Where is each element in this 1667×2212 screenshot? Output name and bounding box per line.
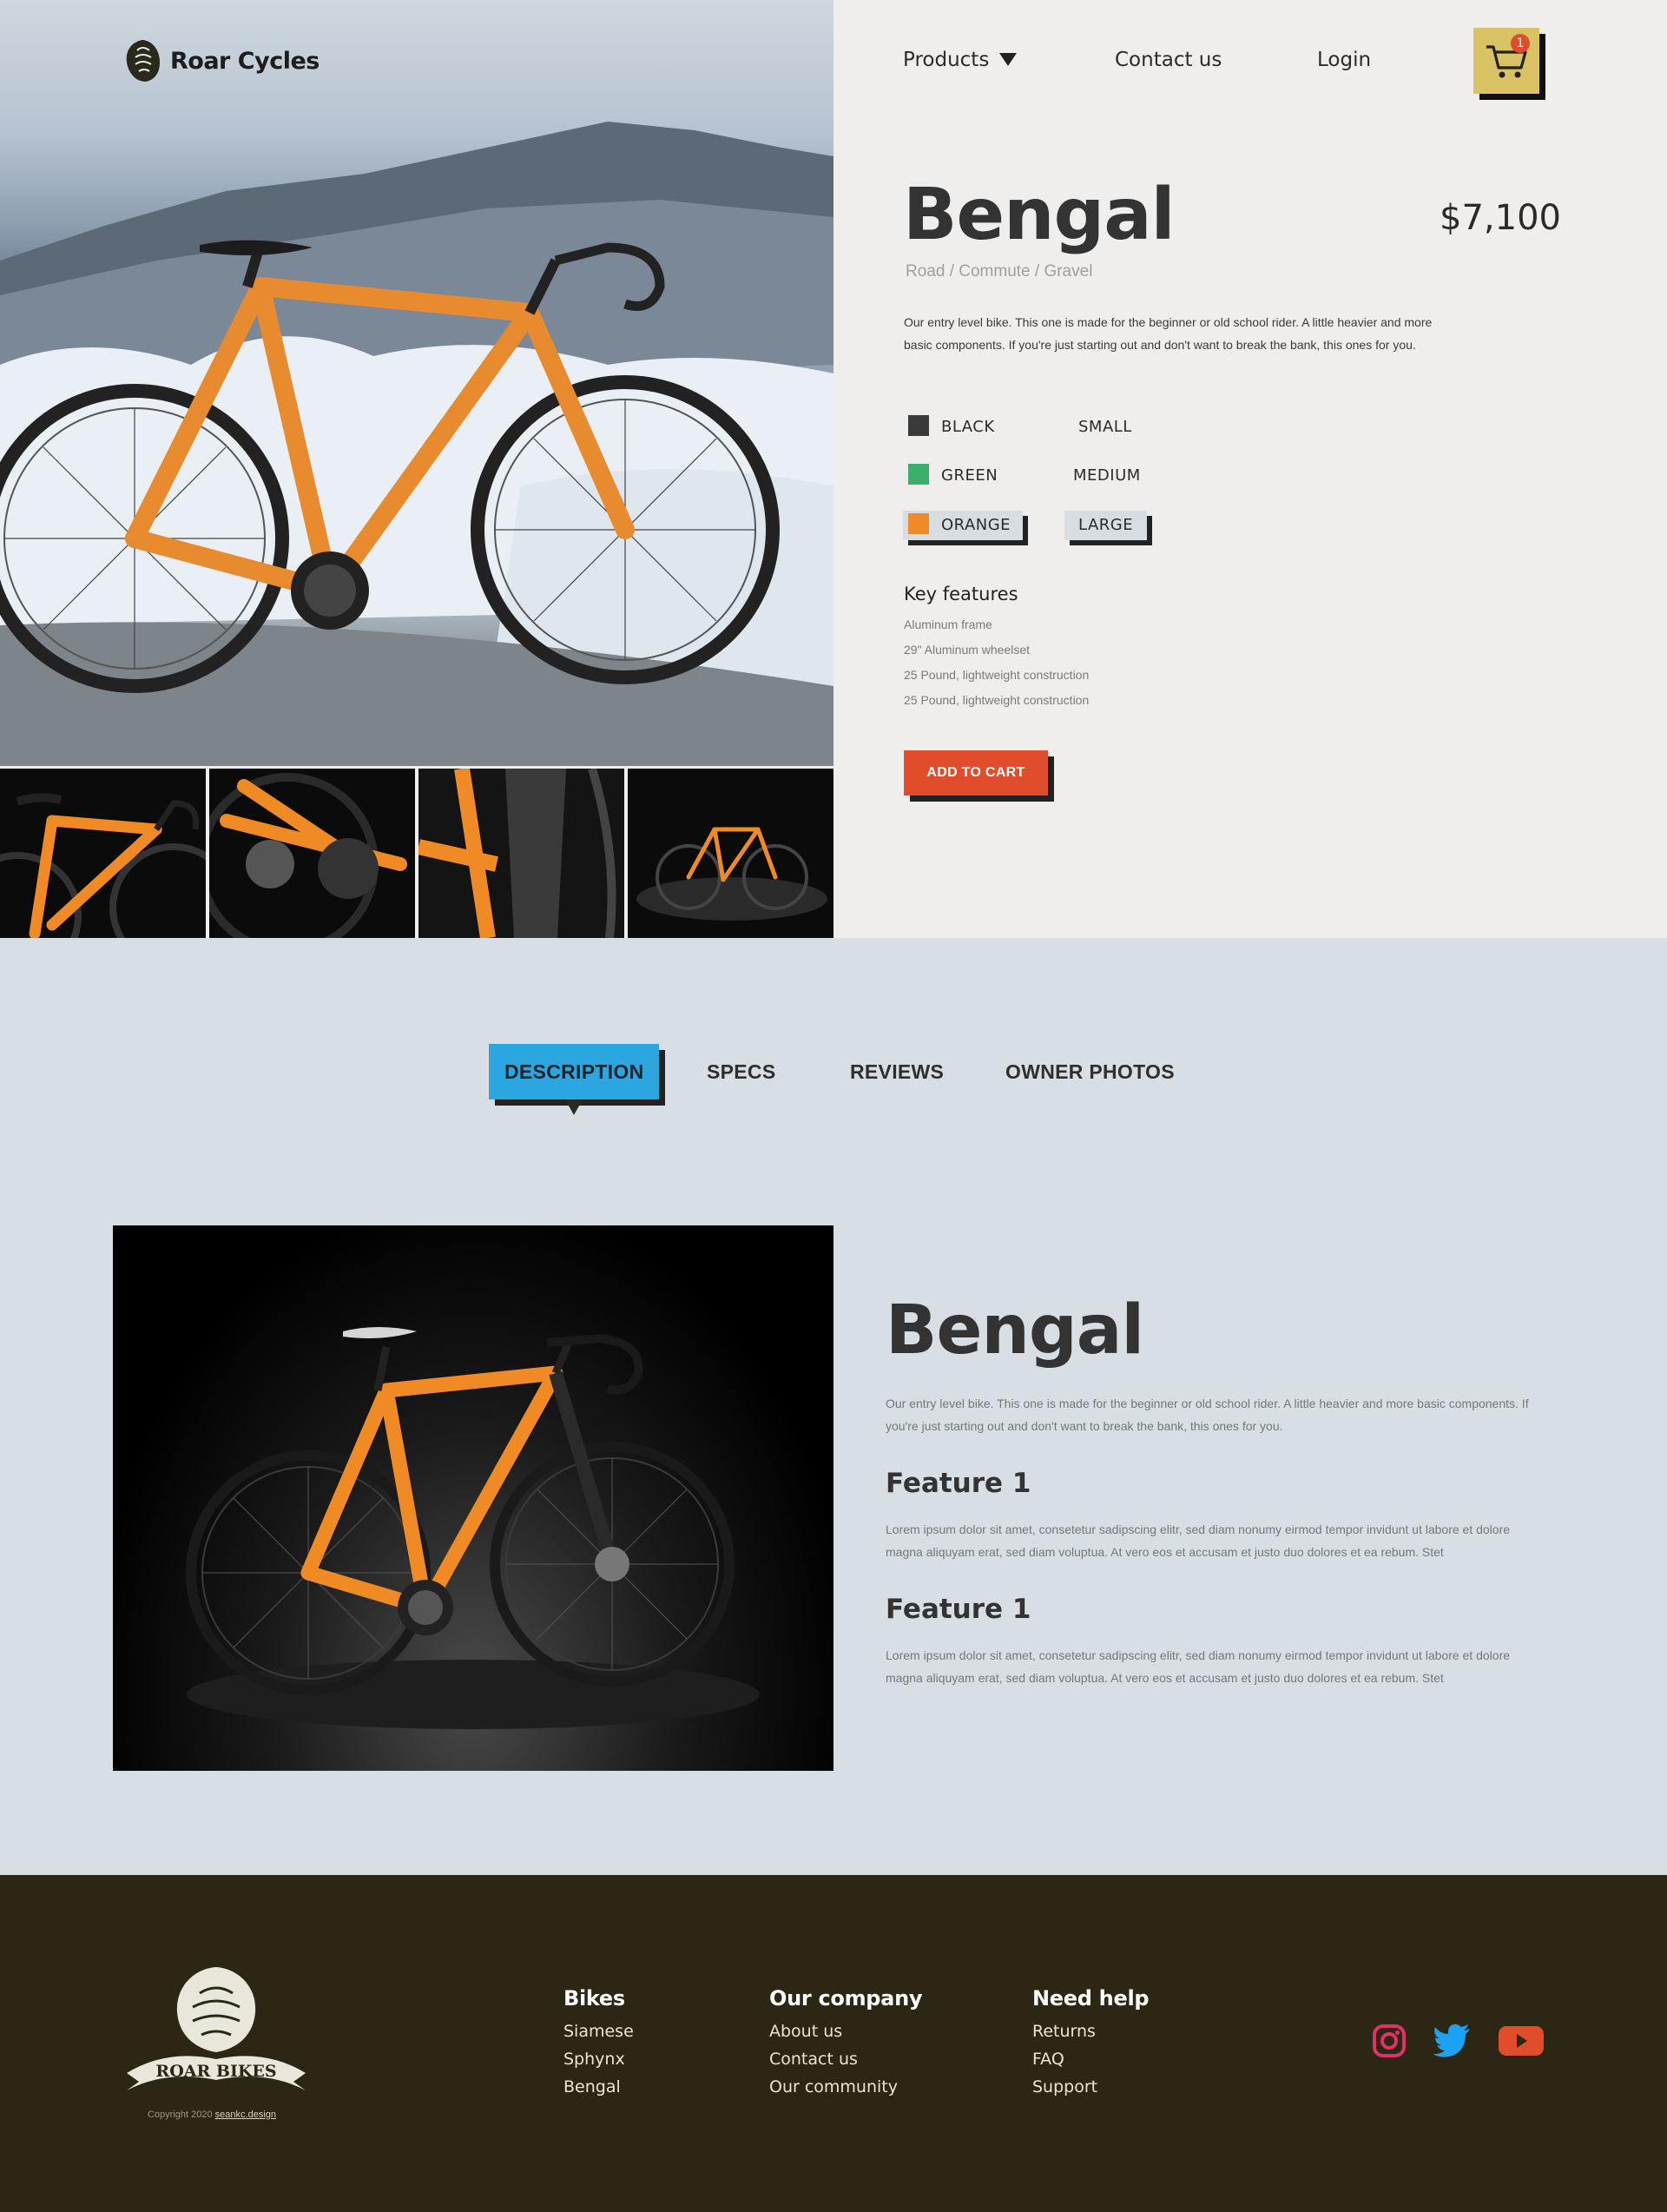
feature-text: Lorem ipsum dolor sit amet, consetetur s…: [886, 1522, 1511, 1559]
details-title: Bengal: [886, 1291, 1144, 1370]
brand-logo[interactable]: Roar Cycles: [123, 38, 320, 83]
tab-specs[interactable]: SPECS: [707, 1044, 775, 1099]
thumbnail-strip: [0, 769, 834, 938]
brand-name: Roar Cycles: [170, 47, 320, 75]
product-price: $7,100: [1440, 198, 1561, 238]
footer-link-community[interactable]: Our community: [769, 2073, 922, 2101]
footer-link-returns[interactable]: Returns: [1032, 2017, 1149, 2045]
color-label: GREEN: [941, 466, 998, 485]
product-title: Bengal: [903, 174, 1176, 256]
color-label: ORANGE: [941, 516, 1011, 534]
footer-link-about[interactable]: About us: [769, 2017, 922, 2045]
footer-column-title: Our company: [769, 1986, 923, 2011]
thumbnail-4[interactable]: [628, 769, 834, 938]
youtube-icon[interactable]: [1498, 2024, 1545, 2058]
footer-logo-text: ROAR BIKES: [155, 2062, 276, 2081]
footer-link-support[interactable]: Support: [1032, 2073, 1149, 2101]
thumbnail-2[interactable]: [209, 769, 415, 938]
footer-link-contact[interactable]: Contact us: [769, 2045, 922, 2073]
nav-login[interactable]: Login: [1317, 49, 1371, 71]
footer-link-bengal[interactable]: Bengal: [563, 2073, 634, 2101]
lion-logo-icon: [126, 40, 160, 82]
product-tabs: DESCRIPTION SPECS REVIEWS OWNER PHOTOS: [0, 1044, 1667, 1115]
caret-down-icon: [999, 53, 1018, 66]
tab-label: DESCRIPTION: [504, 1060, 644, 1083]
thumbnail-1[interactable]: [0, 769, 206, 938]
tab-owner-photos[interactable]: OWNER PHOTOS: [1005, 1044, 1175, 1099]
color-swatch: [908, 415, 929, 436]
color-option-black[interactable]: BLACK: [908, 413, 995, 442]
footer: ROAR BIKES Copyright 2020 seankc.design …: [0, 1875, 1667, 2212]
size-option-small[interactable]: SMALL: [1078, 413, 1132, 442]
footer-column-company: Our company About us Contact us Our comm…: [769, 1986, 923, 2101]
feature-title: Feature 1: [886, 1468, 1031, 1499]
footer-column-bikes: Bikes Siamese Sphynx Bengal: [563, 1986, 634, 2101]
add-to-cart-button[interactable]: ADD TO CART: [904, 750, 1048, 796]
color-label: BLACK: [941, 418, 995, 436]
key-features-list: Aluminum frame 29" Aluminum wheelset 25 …: [904, 612, 1089, 713]
nav-products[interactable]: Products: [903, 49, 1018, 71]
footer-link-sphynx[interactable]: Sphynx: [563, 2045, 634, 2073]
tab-description[interactable]: DESCRIPTION: [489, 1044, 660, 1115]
description-product-image: [113, 1225, 834, 1771]
details-intro: Our entry level bike. This one is made f…: [886, 1397, 1529, 1433]
footer-column-help: Need help Returns FAQ Support: [1032, 1986, 1150, 2101]
product-hero-section: Roar Cycles Products Contact us Login 1 …: [0, 0, 1667, 938]
footer-column-title: Need help: [1032, 1986, 1150, 2011]
thumbnail-3[interactable]: [418, 769, 624, 938]
nav-contact[interactable]: Contact us: [1115, 49, 1222, 71]
size-option-large[interactable]: LARGE: [1064, 511, 1148, 540]
color-option-green[interactable]: GREEN: [908, 461, 998, 491]
list-item: 29" Aluminum wheelset: [904, 643, 1031, 657]
product-description: Our entry level bike. This one is made f…: [904, 315, 1433, 352]
color-swatch: [908, 513, 929, 534]
product-categories: Road / Commute / Gravel: [906, 262, 1093, 281]
footer-column-title: Bikes: [563, 1986, 625, 2011]
copyright-link[interactable]: seankc.design: [215, 2110, 276, 2120]
size-option-medium[interactable]: MEDIUM: [1073, 461, 1141, 491]
cart-count-badge: 1: [1511, 34, 1530, 53]
cart-button[interactable]: 1: [1473, 28, 1539, 94]
color-option-orange[interactable]: ORANGE: [903, 511, 1024, 540]
instagram-icon[interactable]: [1372, 2024, 1407, 2058]
list-item: 25 Pound, lightweight construction: [904, 693, 1090, 707]
twitter-icon[interactable]: [1433, 2024, 1472, 2058]
list-item: Aluminum frame: [904, 617, 992, 631]
nav-products-label: Products: [903, 49, 990, 71]
tab-pointer-icon: [565, 1099, 583, 1115]
footer-link-faq[interactable]: FAQ: [1032, 2045, 1149, 2073]
main-product-image: [0, 0, 834, 766]
tab-reviews[interactable]: REVIEWS: [850, 1044, 944, 1099]
footer-link-siamese[interactable]: Siamese: [563, 2017, 634, 2045]
color-swatch: [908, 464, 929, 485]
key-features-title: Key features: [904, 584, 1018, 604]
roar-bikes-logo-icon[interactable]: ROAR BIKES: [123, 1962, 309, 2092]
copyright-text: Copyright 2020: [148, 2110, 213, 2120]
copyright: Copyright 2020 seankc.design: [148, 2110, 276, 2120]
feature-title: Feature 1: [886, 1594, 1031, 1625]
list-item: 25 Pound, lightweight construction: [904, 668, 1090, 682]
feature-text: Lorem ipsum dolor sit amet, consetetur s…: [886, 1648, 1511, 1685]
